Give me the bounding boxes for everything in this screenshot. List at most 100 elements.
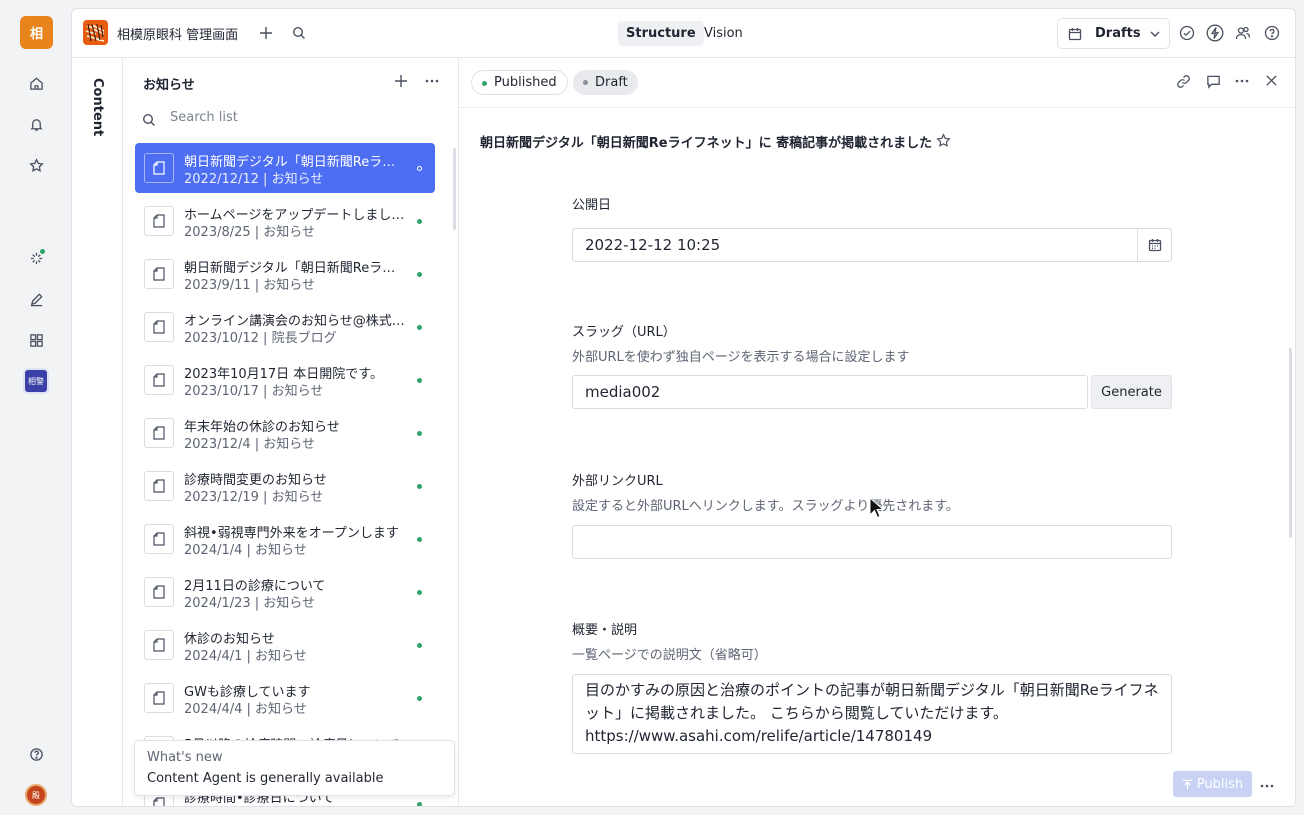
more-options-icon[interactable]: [425, 74, 439, 88]
content-tab-label: Content: [90, 78, 105, 137]
link-icon[interactable]: [1176, 74, 1191, 89]
list-item[interactable]: 2月11日の診療について 2024/1/23 | お知らせ: [135, 567, 435, 617]
list-item[interactable]: 朝日新聞デジタル「朝日新聞Reライフネット」に寄稿記事が掲載されました2022/…: [135, 143, 435, 193]
close-icon[interactable]: [1265, 74, 1278, 87]
list-item[interactable]: GWも診療しています 2024/4/4 | お知らせ: [135, 673, 435, 723]
content-vertical-tab[interactable]: Content: [72, 58, 123, 806]
draft-dot: [583, 80, 588, 85]
publish-more-icon[interactable]: [1260, 779, 1274, 793]
bolt-icon[interactable]: [1205, 23, 1225, 43]
published-status[interactable]: Published: [471, 70, 568, 95]
editor-scrollbar[interactable]: [1289, 348, 1292, 538]
document-icon: [144, 206, 174, 236]
project-badge-label: 相警: [25, 370, 47, 392]
external-link-input[interactable]: [572, 525, 1172, 559]
bell-icon[interactable]: [23, 111, 49, 137]
status-dot: [417, 378, 422, 383]
document-icon: [144, 524, 174, 554]
home-icon[interactable]: [23, 70, 49, 96]
comment-icon[interactable]: [1206, 74, 1221, 89]
list-title: お知らせ: [143, 78, 195, 93]
editor-toolbar: Published Draft: [459, 58, 1295, 108]
publish-date-label: 公開日: [572, 198, 612, 213]
studio-frame: 相模原眼科 管理画面 Structure Vision Drafts Conte…: [71, 8, 1296, 807]
document-icon: [144, 365, 174, 395]
people-icon[interactable]: [1233, 23, 1253, 43]
help-circle-icon[interactable]: [1262, 23, 1282, 43]
left-rail: 相 相警 殿: [0, 0, 71, 815]
help-icon[interactable]: [23, 741, 49, 767]
publish-date-value: 2022-12-12 10:25: [585, 236, 721, 254]
list-item-meta: 2022/12/12 | お知らせ: [184, 172, 324, 187]
calendar-icon: [1068, 28, 1082, 41]
status-dot: [417, 590, 422, 595]
calendar-icon: [1148, 239, 1161, 252]
grid-icon[interactable]: [23, 327, 49, 353]
pen-icon[interactable]: [23, 286, 49, 312]
status-dot: [417, 166, 422, 171]
document-icon: [144, 471, 174, 501]
status-dot: [417, 802, 422, 806]
project-logo[interactable]: [83, 20, 108, 45]
mouse-cursor-icon: [869, 497, 883, 519]
list-item-meta: 2024/4/4 | お知らせ: [184, 702, 307, 717]
drafts-label: Drafts: [1095, 26, 1141, 41]
list-item-meta: 2024/1/4 | お知らせ: [184, 543, 307, 558]
add-icon[interactable]: [256, 23, 276, 43]
list-item-meta: 2023/10/17 | お知らせ: [184, 384, 324, 399]
status-dot: [417, 219, 422, 224]
status-dot: [417, 325, 422, 330]
status-dot: [417, 484, 422, 489]
list-item[interactable]: 診療時間変更のお知らせ 2023/12/19 | お知らせ: [135, 461, 435, 511]
search-list[interactable]: [141, 108, 441, 132]
published-dot: [482, 81, 487, 86]
tab-vision[interactable]: Vision: [696, 21, 751, 46]
drafts-select[interactable]: Drafts: [1057, 18, 1170, 49]
publish-date-field[interactable]: 2022-12-12 10:25: [572, 228, 1172, 262]
list-item[interactable]: 朝日新聞デジタル「朝日新聞Reライフネット」に寄稿記事が掲載されました2023/…: [135, 249, 435, 299]
list-item-meta: 2023/12/19 | お知らせ: [184, 490, 324, 505]
list-scrollbar[interactable]: [453, 148, 456, 230]
document-icon: [144, 683, 174, 713]
summary-textarea[interactable]: 目のかすみの原因と治療のポイントの記事が朝日新聞デジタル「朝日新聞Reライフネッ…: [572, 674, 1172, 754]
document-icon: [144, 153, 174, 183]
list-item[interactable]: 2023年10月17日 本日開院です。 2023/10/17 | お知らせ: [135, 355, 435, 405]
more-options-icon[interactable]: [1235, 74, 1249, 88]
calendar-picker-button[interactable]: [1137, 229, 1171, 261]
list-item[interactable]: 斜視•弱視専門外来をオープンします 2024/1/4 | お知らせ: [135, 514, 435, 564]
user-avatar[interactable]: 殿: [25, 784, 47, 806]
slug-input[interactable]: media002: [572, 375, 1088, 409]
add-document-icon[interactable]: [394, 74, 408, 88]
project-title[interactable]: 相模原眼科 管理画面: [117, 24, 238, 43]
tab-structure[interactable]: Structure: [618, 21, 704, 46]
toast-heading: What's new: [147, 750, 223, 765]
list-item-meta: 2023/9/11 | お知らせ: [184, 278, 316, 293]
project-badge[interactable]: 相警: [23, 368, 49, 394]
list-item[interactable]: ホームページをアップデートしました。 2023/8/25 | お知らせ: [135, 196, 435, 246]
status-dot: [417, 537, 422, 542]
check-circle-icon[interactable]: [1177, 23, 1197, 43]
summary-description: 一覧ページでの説明文（省略可）: [572, 648, 767, 663]
published-label: Published: [494, 75, 557, 90]
generate-button[interactable]: Generate: [1091, 375, 1172, 409]
slug-description: 外部URLを使わず独自ページを表示する場合に設定します: [572, 350, 910, 365]
document-list: 朝日新聞デジタル「朝日新聞Reライフネット」に寄稿記事が掲載されました2022/…: [135, 143, 435, 806]
favorite-star-icon[interactable]: [936, 133, 951, 148]
search-input[interactable]: [170, 110, 430, 125]
sparkle-icon[interactable]: [23, 245, 49, 271]
list-item[interactable]: オンライン講演会のお知らせ@株式会社 2023/10/12 | 院長ブログ: [135, 302, 435, 352]
status-dot: [417, 431, 422, 436]
draft-status[interactable]: Draft: [573, 70, 638, 95]
document-icon: [144, 577, 174, 607]
list-item[interactable]: 休診のお知らせ 2024/4/1 | お知らせ: [135, 620, 435, 670]
list-item[interactable]: 年末年始の休診のお知らせ 2023/12/4 | お知らせ: [135, 408, 435, 458]
slug-label: スラッグ（URL）: [572, 325, 676, 340]
publish-button[interactable]: Publish: [1173, 771, 1252, 797]
star-icon[interactable]: [23, 152, 49, 178]
document-icon: [144, 630, 174, 660]
whats-new-toast[interactable]: What's new Content Agent is generally av…: [134, 740, 455, 796]
list-item-meta: 2023/10/12 | 院長ブログ: [184, 331, 337, 346]
status-dot: [417, 696, 422, 701]
search-icon[interactable]: [289, 23, 309, 43]
workspace-avatar[interactable]: 相: [20, 16, 53, 49]
